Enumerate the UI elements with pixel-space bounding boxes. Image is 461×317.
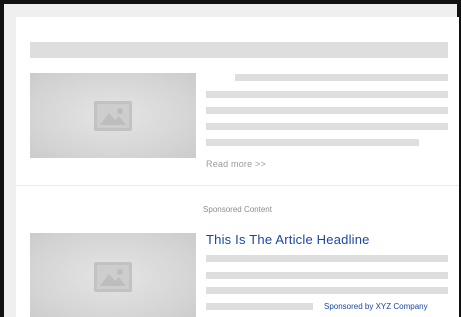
title-placeholder-bar xyxy=(30,42,448,58)
text-placeholder-line xyxy=(206,107,448,114)
page-content: Read more >> Sponsored Content This Is T… xyxy=(16,17,459,317)
sponsored-content-label: Sponsored Content xyxy=(203,205,272,214)
image-placeholder-icon xyxy=(94,262,132,292)
text-placeholder-line xyxy=(206,123,448,130)
text-placeholder-line xyxy=(206,91,448,98)
image-placeholder-icon xyxy=(94,100,132,131)
text-placeholder-line xyxy=(206,287,448,294)
article-thumbnail[interactable] xyxy=(30,73,196,158)
text-placeholder-line xyxy=(206,255,448,262)
section-divider xyxy=(16,185,459,186)
browser-frame: Read more >> Sponsored Content This Is T… xyxy=(0,0,461,317)
text-placeholder-line xyxy=(235,74,448,81)
image-placeholder-glyph xyxy=(100,107,126,125)
text-placeholder-line xyxy=(206,303,313,310)
read-more-link[interactable]: Read more >> xyxy=(206,159,266,169)
text-placeholder-line xyxy=(206,272,448,279)
sponsored-thumbnail[interactable] xyxy=(30,233,196,317)
image-placeholder-glyph xyxy=(100,269,126,286)
text-placeholder-line xyxy=(206,139,419,146)
sponsor-credit-link[interactable]: Sponsored by XYZ Company xyxy=(324,302,428,311)
sponsored-headline-link[interactable]: This Is The Article Headline xyxy=(206,232,370,247)
